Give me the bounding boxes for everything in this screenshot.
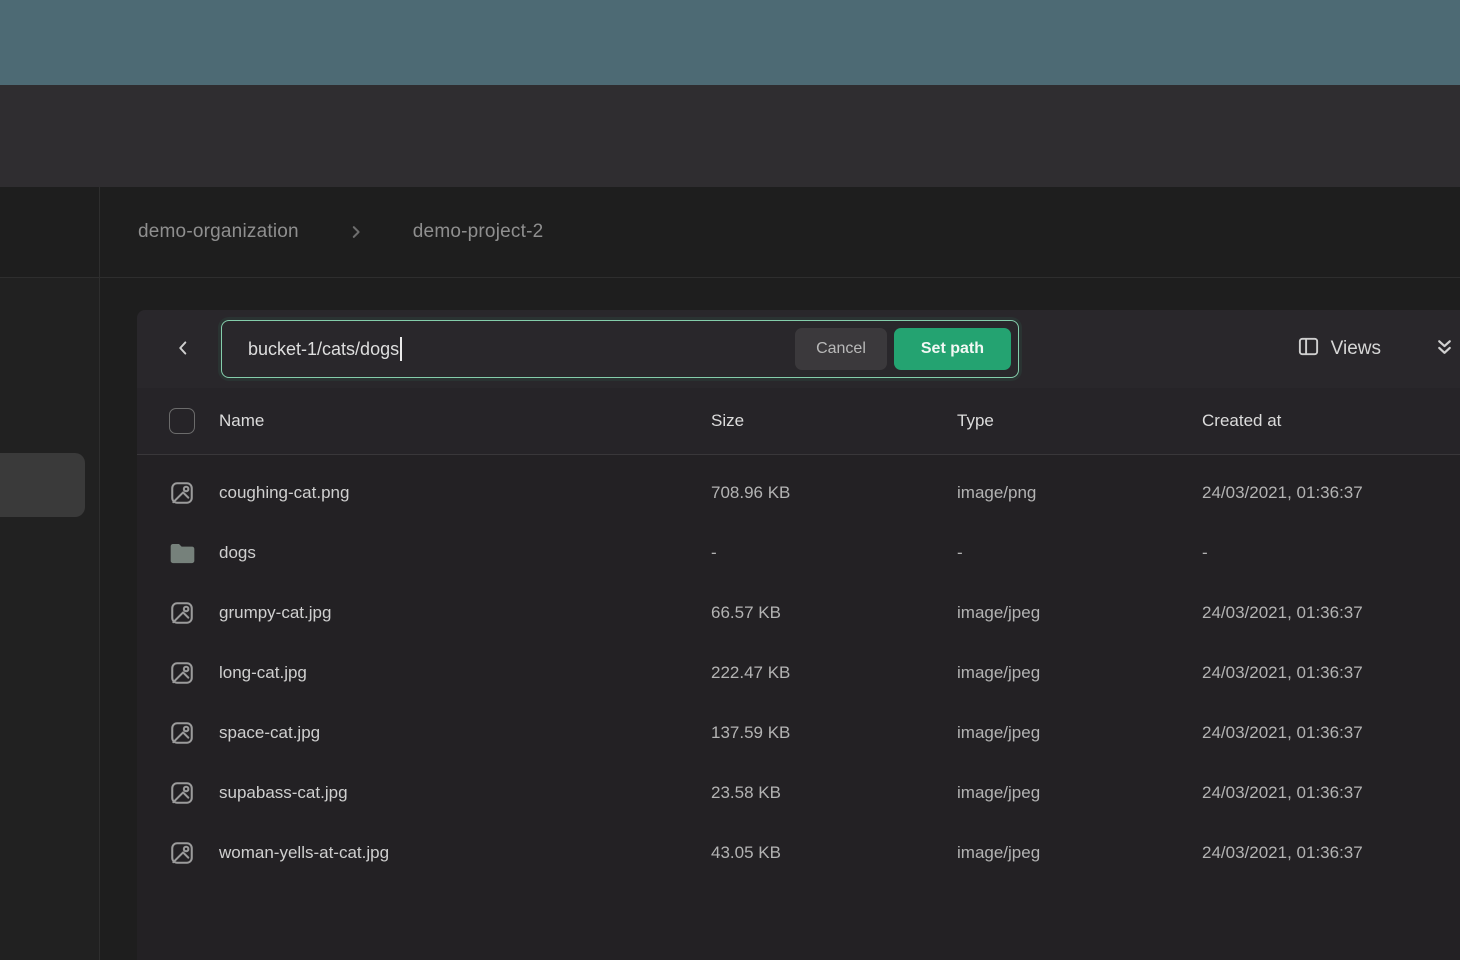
file-type: image/jpeg: [957, 723, 1202, 743]
text-caret: [400, 337, 402, 361]
file-size: 137.59 KB: [711, 723, 957, 743]
row-icon-cell: [169, 480, 219, 506]
breadcrumb-organization[interactable]: demo-organization: [138, 221, 299, 243]
file-name: supabass-cat.jpg: [219, 783, 711, 803]
row-icon-cell: [169, 660, 219, 686]
content-area: demo-organization demo-project-2: [0, 187, 1460, 960]
header-checkbox-cell: [169, 408, 219, 434]
set-path-button[interactable]: Set path: [894, 328, 1011, 370]
explorer-toolbar: bucket-1/cats/dogs Cancel Set path Views: [137, 310, 1460, 388]
body-row: bucket-1/cats/dogs Cancel Set path Views: [0, 278, 1460, 960]
row-icon-cell: [169, 840, 219, 866]
row-icon-cell: [169, 541, 219, 566]
file-created-at: 24/03/2021, 01:36:37: [1202, 783, 1444, 803]
file-type: image/jpeg: [957, 663, 1202, 683]
folder-icon: [169, 541, 196, 566]
app-header-bar: [0, 85, 1460, 187]
column-header-name[interactable]: Name: [219, 411, 711, 431]
collapse-button[interactable]: [1433, 329, 1459, 369]
column-header-type[interactable]: Type: [957, 411, 1202, 431]
views-button-label: Views: [1331, 338, 1381, 360]
file-type: image/jpeg: [957, 603, 1202, 623]
image-icon: [169, 480, 195, 506]
table-row[interactable]: long-cat.jpg 222.47 KB image/jpeg 24/03/…: [137, 643, 1460, 703]
file-created-at: 24/03/2021, 01:36:37: [1202, 723, 1444, 743]
row-icon-cell: [169, 780, 219, 806]
path-input[interactable]: bucket-1/cats/dogs Cancel Set path: [221, 320, 1019, 378]
column-header-created-at[interactable]: Created at: [1202, 411, 1444, 431]
file-type: -: [957, 543, 1202, 563]
image-icon: [169, 600, 195, 626]
file-name: dogs: [219, 543, 711, 563]
breadcrumb-project[interactable]: demo-project-2: [413, 221, 544, 243]
chevron-left-icon: [172, 337, 194, 362]
breadcrumb-strip: demo-organization demo-project-2: [0, 187, 1460, 278]
table-row[interactable]: woman-yells-at-cat.jpg 43.05 KB image/jp…: [137, 823, 1460, 883]
sidebar-active-item[interactable]: [0, 453, 85, 517]
file-name: space-cat.jpg: [219, 723, 711, 743]
file-list: coughing-cat.png 708.96 KB image/png 24/…: [137, 455, 1460, 960]
table-row[interactable]: grumpy-cat.jpg 66.57 KB image/jpeg 24/03…: [137, 583, 1460, 643]
cancel-button[interactable]: Cancel: [795, 328, 887, 370]
columns-icon: [1297, 335, 1320, 364]
select-all-checkbox[interactable]: [169, 408, 195, 434]
main-area: bucket-1/cats/dogs Cancel Set path Views: [100, 278, 1460, 960]
chevron-right-icon: [347, 223, 365, 241]
file-created-at: 24/03/2021, 01:36:37: [1202, 483, 1444, 503]
image-icon: [169, 780, 195, 806]
table-header: Name Size Type Created at: [137, 388, 1460, 455]
file-created-at: 24/03/2021, 01:36:37: [1202, 663, 1444, 683]
image-icon: [169, 660, 195, 686]
file-size: 23.58 KB: [711, 783, 957, 803]
file-type: image/jpeg: [957, 843, 1202, 863]
file-size: 222.47 KB: [711, 663, 957, 683]
top-banner: [0, 0, 1460, 85]
row-icon-cell: [169, 600, 219, 626]
file-type: image/jpeg: [957, 783, 1202, 803]
table-row[interactable]: dogs - - -: [137, 523, 1460, 583]
chevrons-down-icon: [1433, 336, 1456, 362]
column-header-size[interactable]: Size: [711, 411, 957, 431]
back-button[interactable]: [163, 329, 203, 369]
path-input-value: bucket-1/cats/dogs: [248, 339, 399, 360]
table-row[interactable]: coughing-cat.png 708.96 KB image/png 24/…: [137, 463, 1460, 523]
file-created-at: 24/03/2021, 01:36:37: [1202, 843, 1444, 863]
image-icon: [169, 840, 195, 866]
sidebar: [0, 278, 100, 960]
file-created-at: 24/03/2021, 01:36:37: [1202, 603, 1444, 623]
file-type: image/png: [957, 483, 1202, 503]
breadcrumb: demo-organization demo-project-2: [100, 187, 1460, 277]
file-size: 43.05 KB: [711, 843, 957, 863]
row-icon-cell: [169, 720, 219, 746]
file-name: long-cat.jpg: [219, 663, 711, 683]
table-row[interactable]: space-cat.jpg 137.59 KB image/jpeg 24/03…: [137, 703, 1460, 763]
file-size: 66.57 KB: [711, 603, 957, 623]
file-name: grumpy-cat.jpg: [219, 603, 711, 623]
file-size: 708.96 KB: [711, 483, 957, 503]
file-created-at: -: [1202, 543, 1444, 563]
views-button[interactable]: Views: [1297, 335, 1381, 364]
image-icon: [169, 720, 195, 746]
table-row[interactable]: supabass-cat.jpg 23.58 KB image/jpeg 24/…: [137, 763, 1460, 823]
file-size: -: [711, 543, 957, 563]
file-name: coughing-cat.png: [219, 483, 711, 503]
file-name: woman-yells-at-cat.jpg: [219, 843, 711, 863]
storage-explorer-panel: bucket-1/cats/dogs Cancel Set path Views: [137, 310, 1460, 960]
sidebar-header-spacer: [0, 187, 100, 277]
